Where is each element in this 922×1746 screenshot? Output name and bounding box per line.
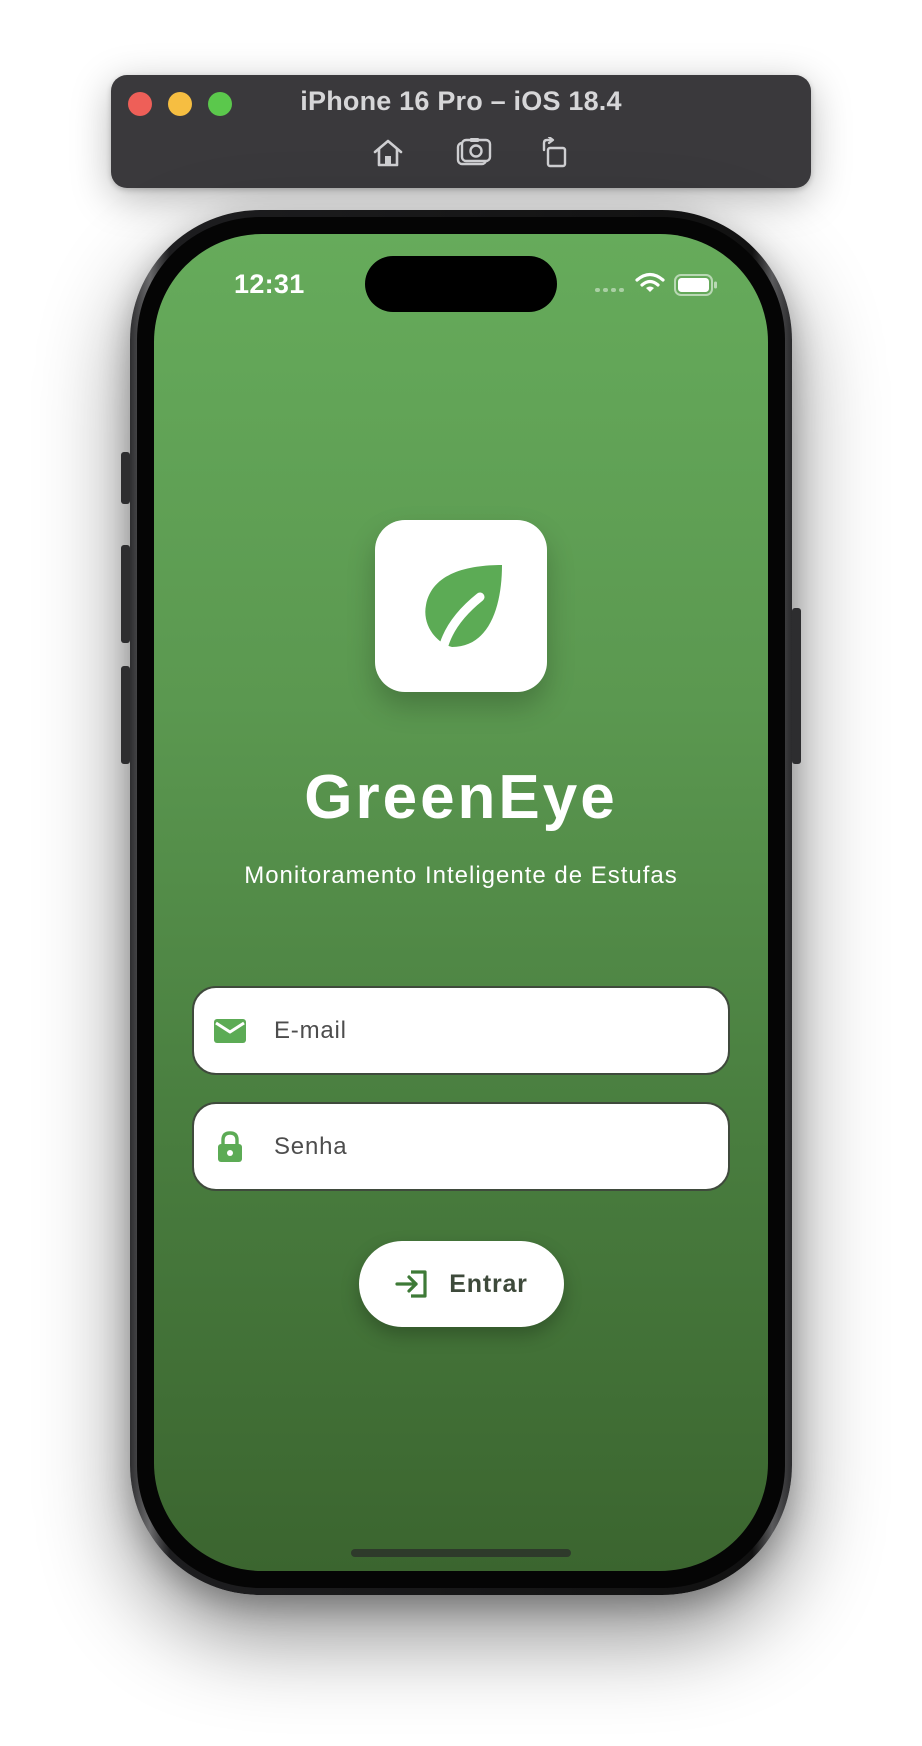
volume-up-button [121,545,130,643]
app-screen: 12:31 GreenEye Monitoramento Inteligente… [154,234,768,1571]
mail-icon [212,1013,248,1049]
battery-icon [674,274,717,296]
login-button[interactable]: Entrar [359,1241,564,1327]
login-button-label: Entrar [449,1269,528,1298]
home-icon [373,139,403,167]
status-time: 12:31 [234,269,305,299]
password-input[interactable] [272,1131,696,1162]
email-field[interactable] [192,986,730,1075]
simulator-title-bar: iPhone 16 Pro – iOS 18.4 [111,75,811,188]
home-button[interactable] [369,135,407,171]
power-button [792,608,801,764]
action-button [121,452,130,504]
screenshot-icon [456,138,492,166]
app-logo [375,520,547,692]
password-field[interactable] [192,1102,730,1191]
app-tagline: Monitoramento Inteligente de Estufas [244,862,678,889]
wifi-icon [635,272,665,292]
leaf-icon [425,565,502,651]
home-indicator[interactable] [351,1549,571,1557]
simulator-title: iPhone 16 Pro – iOS 18.4 [300,86,622,116]
lock-icon [212,1129,248,1165]
login-icon [395,1270,427,1298]
app-title: GreenEye [304,763,618,832]
rotate-button[interactable] [535,135,573,171]
rotate-icon [542,137,567,168]
desktop: iPhone 16 Pro – iOS 18.4 12:31 GreenEye … [0,0,922,1746]
volume-down-button [121,666,130,764]
cellular-signal-icon [595,288,624,292]
dynamic-island [365,256,557,312]
email-input[interactable] [272,1015,696,1046]
screenshot-button[interactable] [455,135,493,171]
